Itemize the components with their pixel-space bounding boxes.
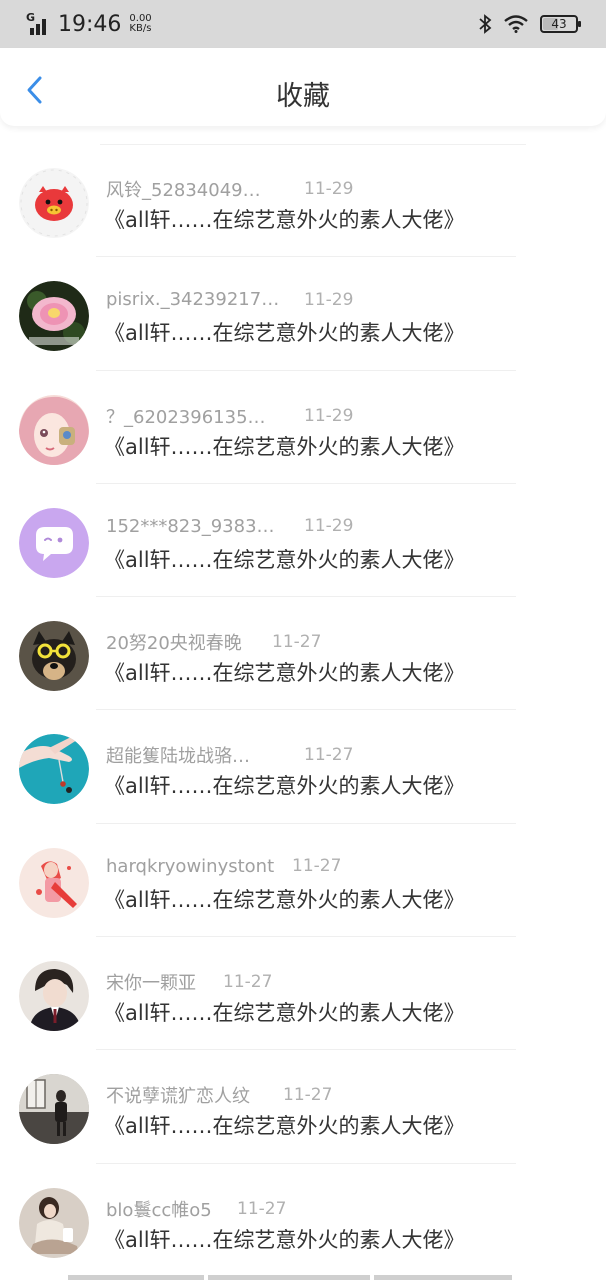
username: 152***823_9383…: [106, 515, 275, 537]
list-item[interactable]: ？_6202396135… 11-29 《all轩……在综艺意外火的素人大佬》: [0, 371, 606, 484]
username: ？_6202396135…: [106, 406, 266, 428]
avatar[interactable]: [19, 507, 89, 578]
girl-avatar-icon: [19, 394, 89, 465]
avatar[interactable]: [19, 734, 89, 805]
avatar[interactable]: [19, 168, 89, 238]
date: 11-29: [304, 289, 354, 310]
avatar[interactable]: [19, 847, 89, 918]
item-meta: 不说孽谎犷恋人纹 11-27: [106, 1082, 332, 1108]
item-meta: pisrix._34239217… 11-29: [106, 289, 353, 310]
status-time: 19:46: [58, 11, 122, 37]
network-type: G: [26, 11, 36, 24]
item-meta: 152***823_9383… 11-29: [106, 516, 353, 537]
username: pisrix._34239217…: [106, 289, 280, 311]
username: 宋你一颗亚: [106, 973, 196, 995]
item-title[interactable]: 《all轩……在综艺意外火的素人大佬》: [104, 1224, 465, 1254]
date: 11-27: [223, 972, 273, 993]
date: 11-27: [272, 632, 322, 653]
item-meta: ？_6202396135… 11-29: [106, 403, 353, 429]
bottom-bar-segment: [68, 1275, 204, 1280]
item-title[interactable]: 《all轩……在综艺意外火的素人大佬》: [104, 204, 465, 234]
illustration-avatar-icon: [19, 847, 89, 918]
list-item[interactable]: harqkryowinystont 11-27 《all轩……在综艺意外火的素人…: [0, 824, 606, 938]
item-title[interactable]: 《all轩……在综艺意外火的素人大佬》: [104, 1110, 465, 1140]
avatar[interactable]: [19, 1187, 89, 1258]
list-item[interactable]: 20努20央视春晚 11-27 《all轩……在综艺意外火的素人大佬》: [0, 597, 606, 711]
favorites-list: 风铃_52834049… 11-29 《all轩……在综艺意外火的素人大佬》 p…: [0, 144, 606, 1277]
date: 11-27: [304, 745, 354, 766]
battery-icon: 43: [540, 15, 581, 33]
item-title[interactable]: 《all轩……在综艺意外火的素人大佬》: [104, 317, 465, 347]
item-meta: 宋你一颗亚 11-27: [106, 969, 272, 995]
item-meta: 风铃_52834049… 11-29: [106, 176, 353, 202]
list-item[interactable]: 风铃_52834049… 11-29 《all轩……在综艺意外火的素人大佬》: [0, 144, 606, 258]
dog-avatar-icon: [19, 621, 89, 692]
avatar[interactable]: [19, 281, 89, 352]
chat-bubble-avatar-icon: [19, 507, 89, 578]
username: 超能篗陆垅战骆…: [106, 746, 250, 768]
list-item[interactable]: 超能篗陆垅战骆… 11-27 《all轩……在综艺意外火的素人大佬》: [0, 710, 606, 824]
bottom-bar-segment: [374, 1275, 512, 1280]
room-avatar-icon: [19, 1074, 89, 1145]
avatar[interactable]: [19, 621, 89, 692]
list-item[interactable]: 152***823_9383… 11-29 《all轩……在综艺意外火的素人大佬…: [0, 484, 606, 598]
list-item[interactable]: pisrix._34239217… 11-29 《all轩……在综艺意外火的素人…: [0, 257, 606, 371]
username: 20努20央视春晚: [106, 633, 242, 655]
flower-avatar-icon: [19, 281, 89, 352]
date: 11-29: [304, 516, 354, 537]
username: 不说孽谎犷恋人纹: [106, 1086, 250, 1108]
item-title[interactable]: 《all轩……在综艺意外火的素人大佬》: [104, 431, 465, 461]
item-meta: blo鬟cc帷o5 11-27: [106, 1196, 286, 1222]
pig-avatar-icon: [19, 168, 89, 238]
list-item[interactable]: 不说孽谎犷恋人纹 11-27 《all轩……在综艺意外火的素人大佬》: [0, 1050, 606, 1164]
date: 11-27: [237, 1198, 287, 1219]
list-item[interactable]: blo鬟cc帷o5 11-27 《all轩……在综艺意外火的素人大佬》: [0, 1164, 606, 1277]
date: 11-29: [304, 179, 354, 199]
bottom-bar: [68, 1275, 512, 1280]
date: 11-29: [304, 405, 354, 426]
date: 11-27: [283, 1085, 333, 1106]
username: 风铃_52834049…: [106, 180, 261, 201]
item-title[interactable]: 《all轩……在综艺意外火的素人大佬》: [104, 770, 465, 800]
sitting-girl-avatar-icon: [19, 1187, 89, 1258]
item-title[interactable]: 《all轩……在综艺意外火的素人大佬》: [104, 657, 465, 687]
status-right: 43: [478, 14, 581, 34]
username: harqkryowinystont: [106, 855, 275, 877]
status-left: G 19:46 0.00 KB/s: [26, 11, 152, 37]
avatar[interactable]: [19, 961, 89, 1032]
date: 11-27: [292, 856, 342, 877]
item-meta: 超能篗陆垅战骆… 11-27: [106, 742, 353, 768]
nav-bar: 收藏: [0, 48, 606, 126]
network-speed: 0.00 KB/s: [129, 14, 151, 34]
item-meta: 20努20央视春晚 11-27: [106, 629, 321, 655]
avatar[interactable]: [19, 1074, 89, 1145]
avatar[interactable]: [19, 394, 89, 465]
page-title: 收藏: [276, 81, 330, 112]
list-item[interactable]: 宋你一颗亚 11-27 《all轩……在综艺意外火的素人大佬》: [0, 937, 606, 1051]
bottom-bar-segment: [208, 1275, 370, 1280]
battery-level: 43: [551, 17, 567, 31]
username: blo鬟cc帷o5: [106, 1199, 212, 1221]
item-meta: harqkryowinystont 11-27: [106, 856, 341, 877]
status-bar: G 19:46 0.00 KB/s 43: [0, 0, 606, 48]
hand-avatar-icon: [19, 734, 89, 805]
item-title[interactable]: 《all轩……在综艺意外火的素人大佬》: [104, 544, 465, 574]
signal-icon: G: [26, 11, 50, 35]
item-title[interactable]: 《all轩……在综艺意外火的素人大佬》: [104, 884, 465, 914]
boy-avatar-icon: [19, 961, 89, 1032]
speed-unit: KB/s: [129, 23, 152, 34]
wifi-icon: [504, 15, 528, 33]
item-title[interactable]: 《all轩……在综艺意外火的素人大佬》: [104, 997, 465, 1027]
bluetooth-icon: [479, 14, 492, 34]
